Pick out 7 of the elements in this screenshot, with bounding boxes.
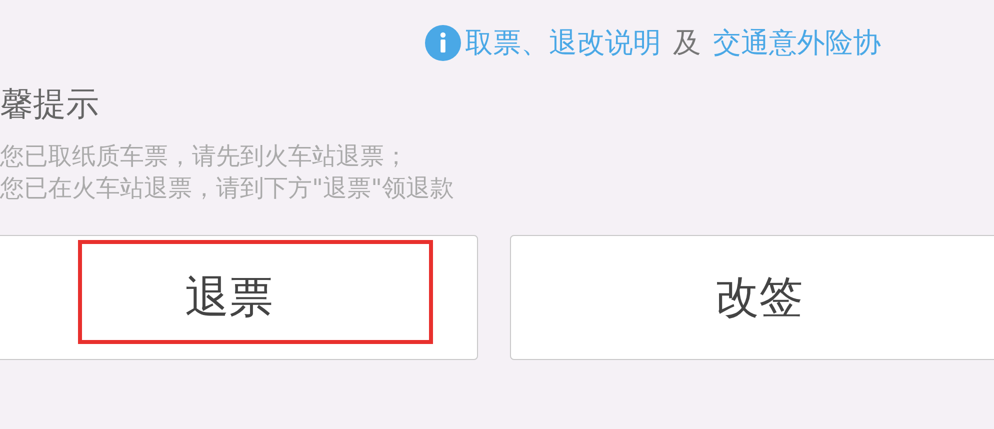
conjunction-text: 及	[673, 25, 701, 61]
action-button[interactable]: 改签	[510, 235, 994, 360]
tips-title: 馨提示	[0, 83, 100, 125]
action-button[interactable]: 退票	[0, 235, 478, 360]
tip-text: 您已在火车站退票，请到下方"退票"领退款	[0, 173, 456, 204]
info-icon	[425, 25, 461, 61]
tip-text: 您已取纸质车票，请先到火车站退票；	[0, 141, 409, 172]
